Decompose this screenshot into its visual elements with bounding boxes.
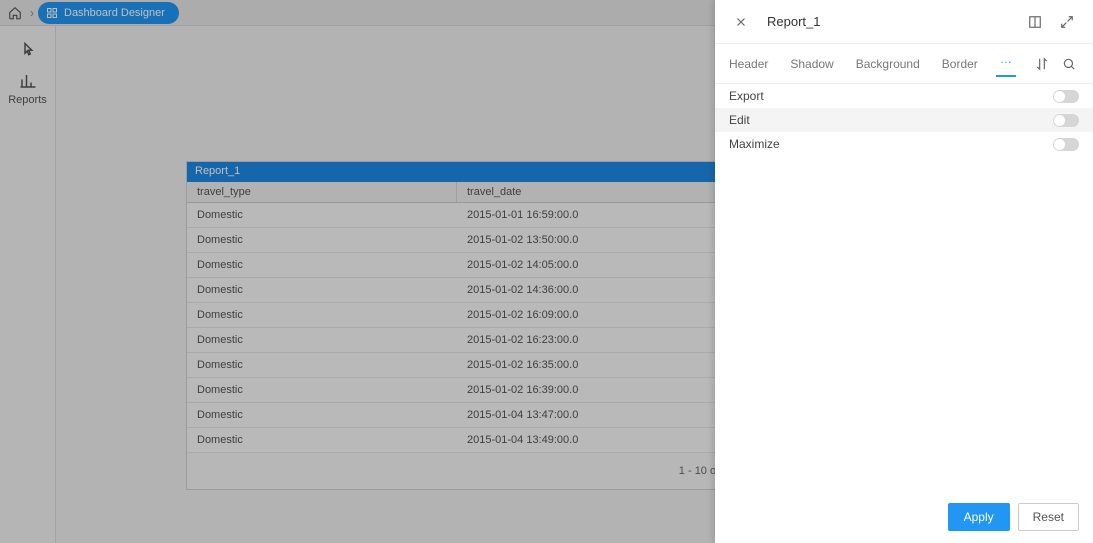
cell-travel-type: Domestic bbox=[187, 303, 457, 327]
toggle-edit[interactable] bbox=[1053, 114, 1079, 127]
cell-travel-type: Domestic bbox=[187, 353, 457, 377]
close-icon bbox=[734, 15, 748, 29]
property-list: Export Edit Maximize bbox=[715, 84, 1093, 156]
tab-border[interactable]: Border bbox=[942, 57, 978, 71]
sort-icon bbox=[1035, 57, 1049, 71]
prop-maximize-label: Maximize bbox=[729, 137, 780, 151]
breadcrumb-dashboard-designer[interactable]: Dashboard Designer bbox=[38, 2, 179, 24]
chevron-right-icon: › bbox=[26, 6, 38, 20]
panel-footer: Apply Reset bbox=[715, 493, 1093, 543]
panel-tabs: Header Shadow Background Border … bbox=[715, 44, 1093, 84]
prop-edit-label: Edit bbox=[729, 113, 750, 127]
cell-travel-type: Domestic bbox=[187, 328, 457, 352]
cell-travel-type: Domestic bbox=[187, 278, 457, 302]
rail-reports-label: Reports bbox=[8, 94, 47, 106]
rail-reports[interactable]: Reports bbox=[0, 66, 55, 112]
tab-background[interactable]: Background bbox=[856, 57, 920, 71]
tab-header[interactable]: Header bbox=[729, 57, 768, 71]
reset-button[interactable]: Reset bbox=[1018, 503, 1079, 531]
apply-button[interactable]: Apply bbox=[948, 503, 1010, 531]
close-button[interactable] bbox=[729, 10, 753, 34]
dashboard-icon bbox=[46, 7, 58, 19]
tab-shadow[interactable]: Shadow bbox=[790, 57, 833, 71]
prop-export: Export bbox=[715, 84, 1093, 108]
search-icon bbox=[1062, 57, 1076, 71]
tab-more[interactable]: … bbox=[1000, 52, 1012, 76]
left-rail: Reports bbox=[0, 26, 56, 543]
column-header-a[interactable]: travel_type bbox=[187, 182, 457, 202]
layout-button[interactable] bbox=[1023, 10, 1047, 34]
cell-travel-type: Domestic bbox=[187, 203, 457, 227]
toggle-export[interactable] bbox=[1053, 90, 1079, 103]
bar-chart-icon bbox=[19, 72, 37, 90]
expand-icon bbox=[1060, 15, 1074, 29]
search-button[interactable] bbox=[1059, 52, 1079, 76]
cell-travel-type: Domestic bbox=[187, 403, 457, 427]
properties-panel: Report_1 Header Shadow Background Border… bbox=[715, 0, 1093, 543]
panel-title: Report_1 bbox=[767, 14, 820, 29]
rail-cursor[interactable] bbox=[0, 36, 55, 66]
prop-export-label: Export bbox=[729, 89, 764, 103]
sort-button[interactable] bbox=[1032, 52, 1052, 76]
cell-travel-type: Domestic bbox=[187, 378, 457, 402]
breadcrumb-label: Dashboard Designer bbox=[64, 7, 165, 19]
home-icon[interactable] bbox=[4, 2, 26, 24]
pointer-icon bbox=[19, 42, 37, 60]
panel-header: Report_1 bbox=[715, 0, 1093, 44]
expand-button[interactable] bbox=[1055, 10, 1079, 34]
cell-travel-type: Domestic bbox=[187, 228, 457, 252]
columns-icon bbox=[1028, 15, 1042, 29]
cell-travel-type: Domestic bbox=[187, 253, 457, 277]
prop-maximize: Maximize bbox=[715, 132, 1093, 156]
cell-travel-type: Domestic bbox=[187, 428, 457, 452]
toggle-maximize[interactable] bbox=[1053, 138, 1079, 151]
prop-edit: Edit bbox=[715, 108, 1093, 132]
